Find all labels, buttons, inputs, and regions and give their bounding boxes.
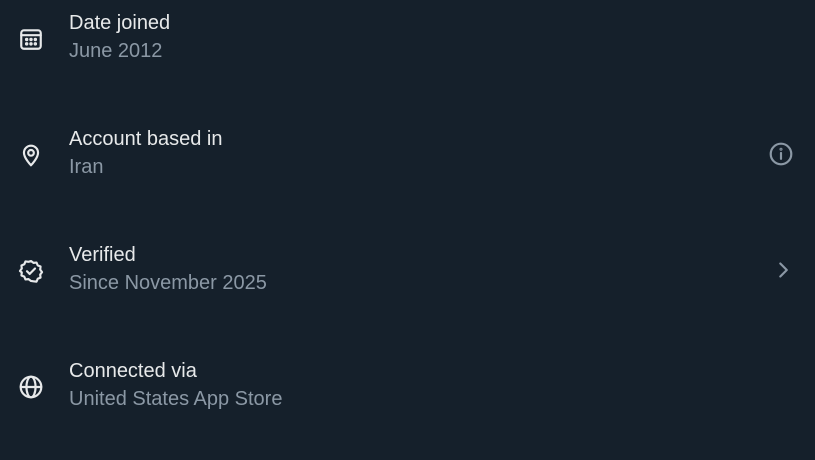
verified-badge-icon xyxy=(17,257,45,285)
about-row-date-joined: Date joined June 2012 xyxy=(0,0,815,72)
row-subtitle: June 2012 xyxy=(69,40,163,62)
about-row-text: Account based in Iran xyxy=(69,127,222,179)
about-row-connected-via: Connected via United States App Store xyxy=(0,348,815,420)
row-subtitle: United States App Store xyxy=(69,388,283,410)
about-row-verified[interactable]: Verified Since November 2025 xyxy=(0,232,815,304)
about-row-text: Verified Since November 2025 xyxy=(69,243,267,295)
about-row-text: Connected via United States App Store xyxy=(69,359,282,411)
row-title: Connected via xyxy=(69,360,197,382)
about-row-account-based-in: Account based in Iran xyxy=(0,116,815,188)
row-title: Date joined xyxy=(69,12,171,34)
info-icon[interactable] xyxy=(767,140,795,168)
row-subtitle: Iran xyxy=(69,156,104,178)
calendar-icon xyxy=(17,25,45,53)
globe-icon xyxy=(17,373,45,401)
row-title: Verified xyxy=(69,244,136,266)
about-row-text: Date joined June 2012 xyxy=(69,11,170,63)
row-title: Account based in xyxy=(69,128,223,150)
chevron-right-icon[interactable] xyxy=(769,256,797,284)
row-subtitle: Since November 2025 xyxy=(69,272,267,294)
location-pin-icon xyxy=(17,141,45,169)
